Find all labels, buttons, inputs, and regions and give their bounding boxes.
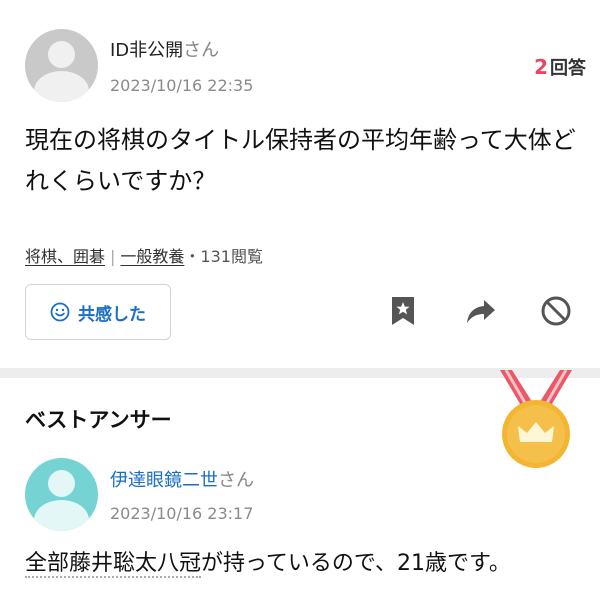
answer-keyword-link[interactable]: 全部藤井聡太八冠 — [25, 551, 202, 578]
asker-honorific: さん — [183, 40, 220, 61]
tag-separator: | — [110, 247, 116, 266]
empathy-button[interactable]: 共感した — [25, 284, 171, 340]
asker-name[interactable]: ID非公開さん — [110, 36, 219, 62]
question-text: 現在の将棋のタイトル保持者の平均年齢って大体どれくらいですか？ — [25, 126, 576, 195]
best-answer-section: ベストアンサー 伊達眼鏡二世さん 2023/10/16 23:17 全部藤井聡太… — [0, 370, 600, 600]
question-date: 2023/10/16 22:35 — [110, 76, 254, 95]
answer-date: 2023/10/16 23:17 — [110, 504, 254, 523]
answer-count-label: 回答 — [550, 58, 586, 79]
share-arrow-icon[interactable] — [464, 294, 498, 328]
answer-text: 全部藤井聡太八冠が持っているので、21歳です。 — [25, 546, 595, 582]
answer-count-number: 2 — [534, 55, 548, 79]
asker-name-text: ID非公開 — [110, 40, 184, 61]
bookmark-star-icon[interactable] — [386, 294, 420, 328]
empathy-label: 共感した — [78, 304, 146, 325]
tag-shogi-go[interactable]: 将棋、囲碁 — [25, 247, 105, 266]
answerer-honorific: さん — [218, 470, 254, 491]
category-tags: 将棋、囲碁 | 一般教養・131閲覧 — [25, 243, 263, 267]
answer-count[interactable]: 2 回答 — [534, 54, 586, 80]
answerer-name[interactable]: 伊達眼鏡二世さん — [110, 466, 254, 492]
asker-avatar[interactable] — [25, 29, 98, 102]
best-answer-title: ベストアンサー — [25, 408, 172, 432]
crown-medal-icon — [500, 370, 572, 468]
answerer-avatar[interactable] — [25, 458, 98, 531]
avatar-head-shape — [48, 470, 75, 497]
avatar-body-shape — [34, 71, 89, 102]
smile-icon — [50, 302, 70, 322]
avatar-head-shape — [48, 41, 75, 68]
avatar-body-shape — [34, 500, 89, 531]
question-section: ID非公開さん 2023/10/16 22:35 2 回答 現在の将棋のタイトル保… — [0, 0, 600, 368]
tag-general-knowledge[interactable]: 一般教養 — [120, 247, 184, 266]
ban-icon[interactable] — [539, 294, 573, 328]
answer-text-rest: が持っているので、21歳です。 — [201, 551, 511, 576]
answerer-name-text: 伊達眼鏡二世 — [110, 470, 218, 491]
view-count: ・131閲覧 — [184, 247, 263, 266]
